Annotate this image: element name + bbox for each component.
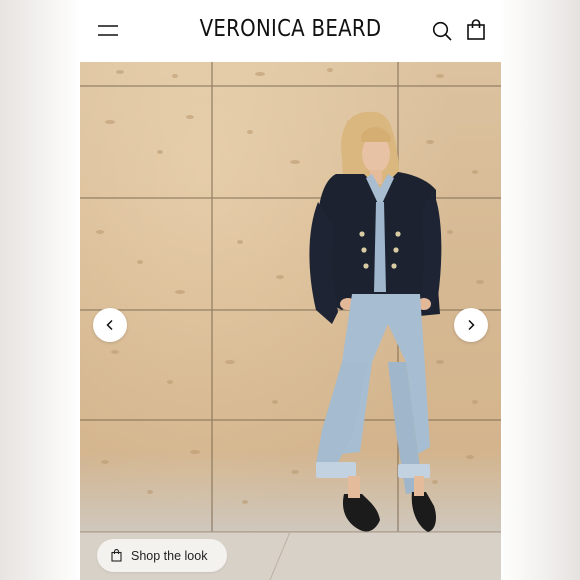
hero-illustration <box>80 62 501 580</box>
chevron-left-icon <box>106 319 113 331</box>
shopping-bag-icon <box>467 19 485 40</box>
cart-button[interactable] <box>466 19 486 41</box>
shopping-bag-icon <box>111 549 122 562</box>
chevron-right-icon <box>468 319 475 331</box>
search-icon <box>432 21 452 41</box>
app-frame: VERONICA BEARD Shop the look <box>80 0 501 580</box>
search-button[interactable] <box>431 20 453 42</box>
brand-logo[interactable]: VERONICA BEARD <box>109 16 471 42</box>
shop-the-look-button[interactable]: Shop the look <box>97 539 228 572</box>
site-header: VERONICA BEARD <box>80 0 501 62</box>
hero-image[interactable]: Shop the look <box>80 62 501 580</box>
carousel-next-button[interactable] <box>454 308 488 342</box>
carousel-prev-button[interactable] <box>93 308 127 342</box>
shop-the-look-label: Shop the look <box>131 548 208 563</box>
